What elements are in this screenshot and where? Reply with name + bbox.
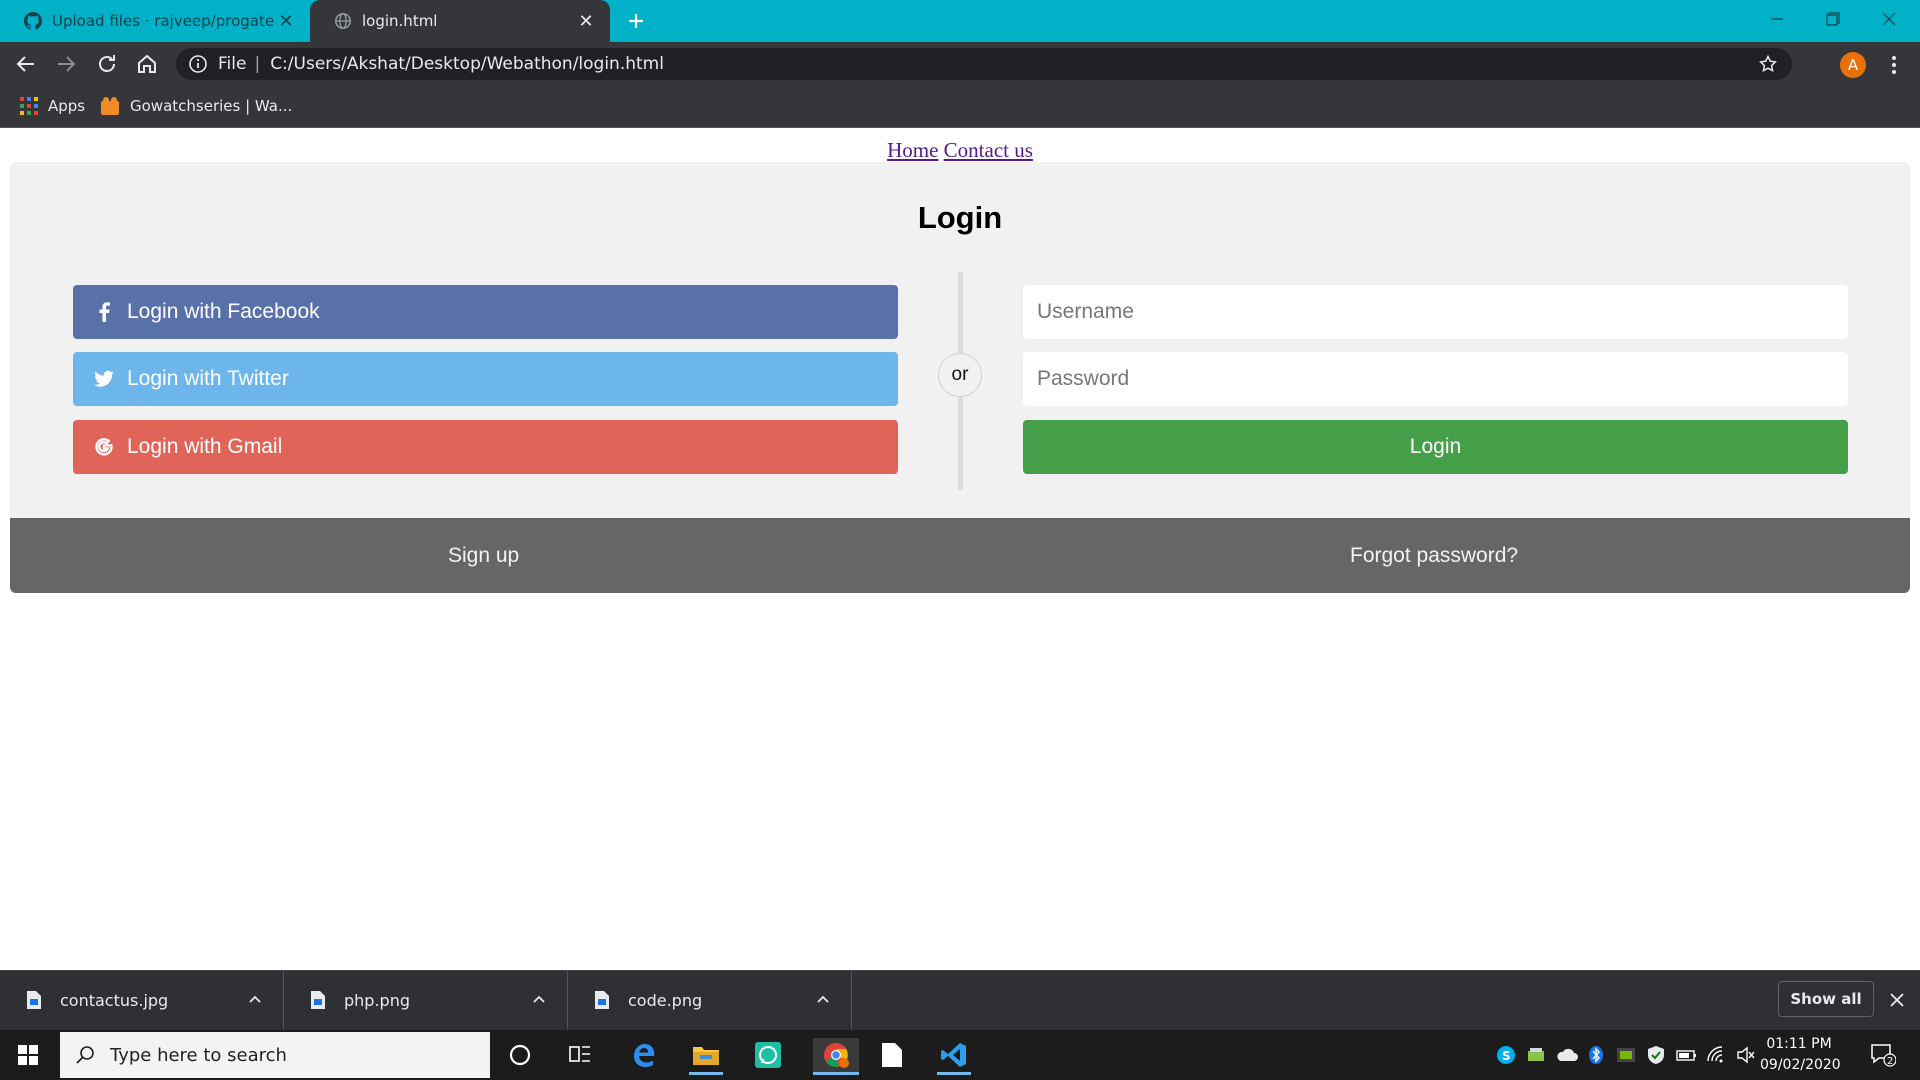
file-explorer-icon[interactable] — [689, 1038, 723, 1075]
tab-login-html[interactable]: login.html ✕ — [310, 0, 610, 42]
downloads-shelf: contactus.jpg php.png code.png Show all — [0, 970, 1920, 1030]
svg-text:S: S — [1502, 1049, 1511, 1063]
github-icon — [24, 12, 42, 30]
apps-grid-icon — [20, 97, 38, 115]
vscode-icon[interactable] — [937, 1038, 971, 1075]
download-item[interactable]: contactus.jpg — [0, 971, 284, 1029]
forward-arrow-icon[interactable] — [54, 52, 78, 76]
nav-contact-link[interactable]: Contact us — [944, 138, 1033, 162]
menu-dots-icon[interactable] — [1884, 54, 1904, 76]
bookmark-star-icon[interactable] — [1758, 54, 1778, 74]
or-divider-label: or — [938, 353, 982, 397]
password-input[interactable] — [1023, 352, 1848, 406]
new-tab-plus-icon[interactable] — [624, 9, 648, 33]
tab-title: login.html — [362, 12, 438, 30]
forgot-password-link[interactable]: Forgot password? — [1350, 544, 1518, 568]
bookmarks-bar: Apps Gowatchseries | Wa... — [0, 86, 1920, 128]
search-icon — [74, 1044, 96, 1066]
image-file-icon — [594, 990, 610, 1010]
google-icon — [93, 436, 115, 458]
bookmark-label: Apps — [48, 97, 86, 115]
security-shield-icon[interactable] — [1646, 1045, 1666, 1065]
chevron-up-icon[interactable] — [815, 992, 831, 1008]
battery-icon[interactable] — [1676, 1045, 1696, 1065]
tab-upload-files[interactable]: Upload files · rajveep/progate.git ✕ — [0, 0, 310, 42]
image-file-icon — [26, 990, 42, 1010]
chevron-up-icon[interactable] — [531, 992, 547, 1008]
reload-icon[interactable] — [95, 52, 119, 76]
edge-icon[interactable] — [627, 1038, 661, 1072]
info-icon[interactable] — [188, 54, 208, 74]
action-center-icon[interactable]: 2 — [1870, 1043, 1896, 1067]
button-label: Login with Gmail — [127, 435, 283, 458]
tab-strip: Upload files · rajveep/progate.git ✕ log… — [0, 0, 1920, 42]
page-content: Home Contact us Login Login with Faceboo… — [0, 128, 1920, 970]
clock-date: 09/02/2020 — [1760, 1057, 1841, 1073]
onedrive-cloud-icon[interactable] — [1556, 1045, 1578, 1065]
gowatchseries-icon — [100, 96, 120, 116]
address-separator: | — [254, 54, 261, 74]
cortana-icon[interactable] — [503, 1038, 537, 1072]
notepad-file-icon[interactable] — [875, 1038, 909, 1072]
address-bar[interactable]: File | C:/Users/Akshat/Desktop/Webathon/… — [176, 48, 1792, 80]
close-icon[interactable] — [1888, 991, 1906, 1009]
login-footer-bar: Sign up Forgot password? — [10, 518, 1910, 593]
back-arrow-icon[interactable] — [14, 52, 38, 76]
volume-muted-icon[interactable] — [1736, 1045, 1756, 1065]
signup-link[interactable]: Sign up — [448, 544, 519, 568]
login-gmail-button[interactable]: Login with Gmail — [73, 420, 898, 474]
bookmark-label: Gowatchseries | Wa... — [130, 97, 293, 115]
home-icon[interactable] — [135, 52, 159, 76]
username-input[interactable] — [1023, 285, 1848, 339]
login-card: Login Login with Facebook Login with Twi… — [10, 162, 1910, 518]
profile-avatar[interactable]: A — [1840, 52, 1866, 78]
search-placeholder: Type here to search — [110, 1044, 287, 1066]
chrome-icon[interactable] — [813, 1038, 859, 1075]
clock-time: 01:11 PM — [1766, 1036, 1832, 1052]
bookmark-apps[interactable]: Apps — [20, 94, 85, 118]
close-window-icon[interactable] — [1866, 4, 1912, 34]
image-file-icon — [310, 990, 326, 1010]
network-folder-icon[interactable] — [1526, 1045, 1546, 1065]
bookmark-gowatchseries[interactable]: Gowatchseries | Wa... — [100, 94, 292, 118]
button-label: Login with Twitter — [127, 367, 289, 390]
scheme-label: File — [218, 54, 247, 74]
facebook-icon — [93, 301, 115, 323]
notification-count: 2 — [1887, 1056, 1893, 1067]
button-label: Login with Facebook — [127, 300, 320, 323]
login-facebook-button[interactable]: Login with Facebook — [73, 285, 898, 339]
taskbar-clock[interactable]: 01:11 PM 09/02/2020 — [1760, 1034, 1841, 1076]
tab-title: Upload files · rajveep/progate.git — [52, 12, 276, 30]
bluetooth-icon[interactable] — [1586, 1045, 1606, 1065]
close-tab-icon[interactable]: ✕ — [576, 11, 596, 32]
download-filename: php.png — [344, 990, 410, 1010]
minimize-icon[interactable] — [1754, 4, 1800, 34]
skype-icon[interactable]: S — [1496, 1045, 1516, 1065]
nvidia-icon[interactable] — [1616, 1045, 1636, 1065]
url-text[interactable]: C:/Users/Akshat/Desktop/Webathon/login.h… — [270, 54, 664, 74]
download-filename: code.png — [628, 990, 703, 1010]
browser-toolbar: File | C:/Users/Akshat/Desktop/Webathon/… — [0, 42, 1920, 86]
chevron-up-icon[interactable] — [247, 992, 263, 1008]
globe-icon — [334, 12, 352, 30]
login-twitter-button[interactable]: Login with Twitter — [73, 352, 898, 406]
close-tab-icon[interactable]: ✕ — [276, 11, 296, 32]
nav-home-link[interactable]: Home — [887, 138, 938, 162]
download-item[interactable]: php.png — [284, 971, 568, 1029]
top-nav: Home Contact us — [0, 138, 1920, 163]
taskbar-search-box[interactable]: Type here to search — [60, 1032, 490, 1078]
page-title: Login — [917, 200, 1003, 235]
windows-start-icon[interactable] — [18, 1045, 38, 1065]
twitter-icon — [93, 368, 115, 390]
whatsapp-icon[interactable] — [751, 1038, 785, 1072]
restore-icon[interactable] — [1810, 4, 1856, 34]
download-item[interactable]: code.png — [568, 971, 852, 1029]
windows-taskbar: Type here to search S 01:11 PM 09/02/202… — [0, 1030, 1920, 1080]
task-view-icon[interactable] — [563, 1038, 597, 1072]
wifi-icon[interactable] — [1706, 1045, 1726, 1065]
show-all-button[interactable]: Show all — [1778, 981, 1874, 1017]
login-submit-button[interactable]: Login — [1023, 420, 1848, 474]
download-filename: contactus.jpg — [60, 990, 169, 1010]
